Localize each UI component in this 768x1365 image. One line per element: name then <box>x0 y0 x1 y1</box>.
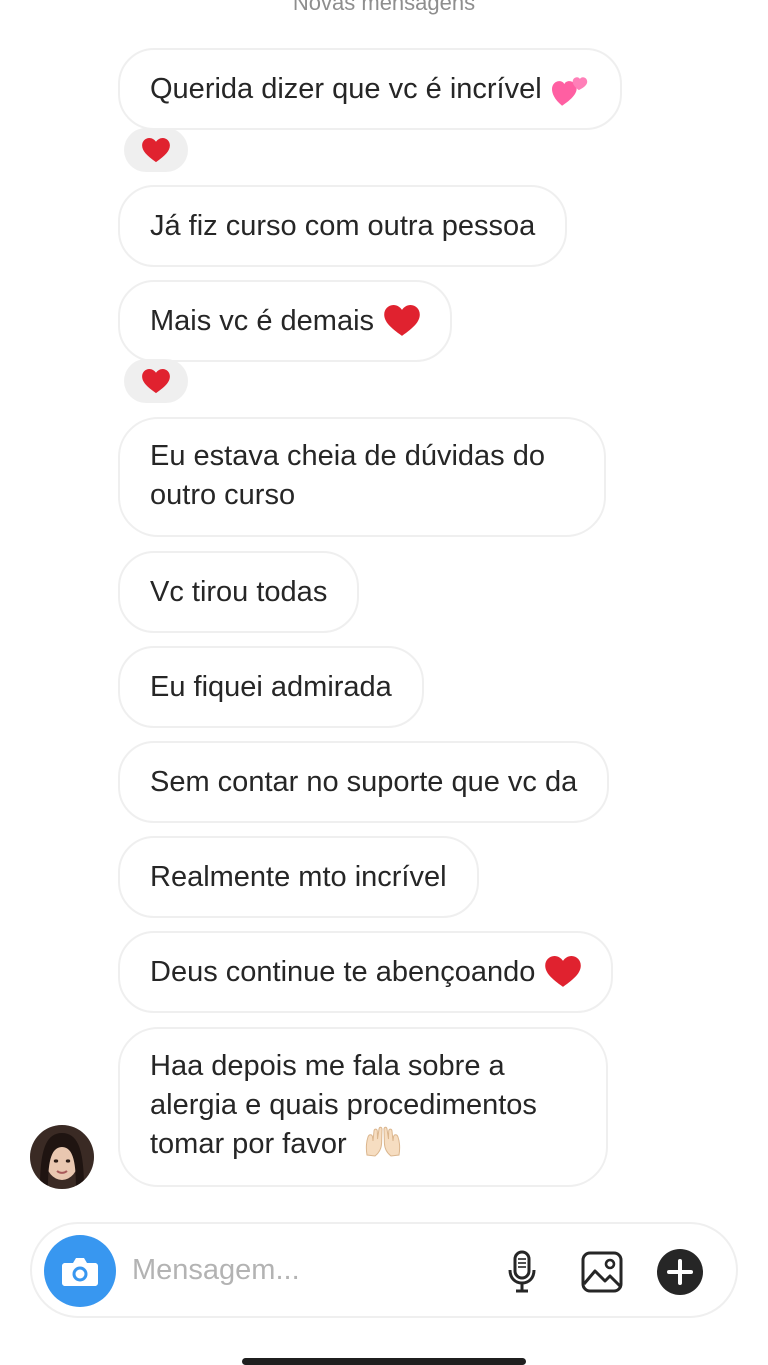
avatar-photo <box>30 1125 94 1189</box>
home-indicator[interactable] <box>242 1358 526 1365</box>
red-heart-emoji <box>142 137 170 162</box>
message-bubble[interactable]: Realmente mto incrível <box>118 836 479 918</box>
message-text: Eu estava cheia de dúvidas do outro curs… <box>150 440 545 511</box>
message-text: Eu fiquei admirada <box>150 670 392 703</box>
sender-avatar[interactable] <box>30 1125 94 1189</box>
gallery-button[interactable] <box>578 1248 626 1296</box>
message-bubble[interactable]: Sem contar no suporte que vc da <box>118 741 610 823</box>
message-text: Deus continue te abençoando <box>150 955 536 988</box>
red-heart-emoji <box>142 368 170 393</box>
camera-icon <box>62 1258 98 1286</box>
add-icon <box>657 1249 703 1295</box>
add-button[interactable] <box>656 1248 704 1296</box>
raising-hands-emoji <box>365 1126 400 1157</box>
message-text: Haa depois me fala sobre a alergia e qua… <box>150 1050 537 1160</box>
heart-reaction[interactable] <box>124 359 188 403</box>
message-content: Haa depois me fala sobre a alergia e qua… <box>150 1047 576 1164</box>
message-bubble[interactable]: Haa depois me fala sobre a alergia e qua… <box>118 1027 608 1187</box>
message-text: Querida dizer que vc é incrível <box>150 72 542 105</box>
message-text: Sem contar no suporte que vc da <box>150 765 578 798</box>
red-heart-emoji <box>384 305 420 336</box>
message-bubble[interactable]: Eu fiquei admirada <box>118 646 424 728</box>
gallery-icon <box>581 1251 623 1293</box>
microphone-icon <box>508 1250 536 1293</box>
message-text: Mais vc é demais <box>150 304 375 337</box>
message-bubble[interactable]: Querida dizer que vc é incrível <box>118 48 622 130</box>
two-hearts-emoji <box>551 77 587 106</box>
message-composer <box>30 1222 738 1318</box>
message-bubble[interactable]: Vc tirou todas <box>118 551 360 633</box>
red-heart-emoji <box>545 956 582 987</box>
message-bubble[interactable]: Mais vc é demais <box>118 280 453 362</box>
divider-label: Novas mensagens <box>292 0 476 15</box>
message-bubble[interactable]: Já fiz curso com outra pessoa <box>118 185 568 267</box>
message-bubble[interactable]: Eu estava cheia de dúvidas do outro curs… <box>118 417 606 537</box>
camera-button[interactable] <box>44 1235 116 1307</box>
voice-message-button[interactable] <box>498 1248 546 1296</box>
message-bubble[interactable]: Deus continue te abençoando <box>118 931 614 1013</box>
message-text: Vc tirou todas <box>150 575 328 608</box>
heart-reaction[interactable] <box>124 128 188 172</box>
message-text: Realmente mto incrível <box>150 860 447 893</box>
message-text: Já fiz curso com outra pessoa <box>150 209 536 242</box>
message-input[interactable] <box>132 1246 472 1294</box>
